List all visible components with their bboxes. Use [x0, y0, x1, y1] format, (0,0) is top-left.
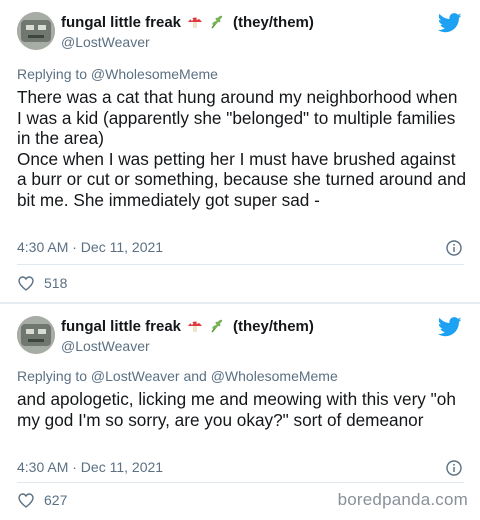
like-button[interactable]: 627 [18, 492, 67, 508]
tweet-text: There was a cat that hung around my neig… [17, 87, 467, 210]
tweet-timestamp[interactable]: 4:30 AM · Dec 11, 2021 [17, 459, 163, 475]
info-icon[interactable] [446, 460, 462, 476]
avatar[interactable] [17, 12, 55, 50]
author-name[interactable]: fungal little freak [61, 14, 181, 31]
replying-to[interactable]: Replying to @WholesomeMeme [17, 66, 218, 82]
herb-emoji-icon [209, 14, 225, 30]
replying-to[interactable]: Replying to @LostWeaver and @WholesomeMe… [17, 368, 338, 384]
divider [17, 482, 464, 483]
divider [17, 264, 464, 265]
author-handle[interactable]: @LostWeaver [61, 338, 150, 354]
author-handle[interactable]: @LostWeaver [61, 34, 150, 50]
like-count: 518 [44, 275, 68, 291]
tweet-1: fungal little freak (they/them) @LostWea… [0, 0, 480, 302]
info-icon[interactable] [446, 240, 462, 256]
tweet-timestamp[interactable]: 4:30 AM · Dec 11, 2021 [17, 239, 163, 255]
like-count: 627 [44, 492, 68, 508]
author-pronouns: (they/them) [233, 13, 314, 31]
heart-icon [18, 492, 34, 508]
tweet-text: and apologetic, licking me and meowing w… [17, 389, 456, 430]
watermark: boredpanda.com [337, 490, 468, 509]
mushroom-emoji-icon [187, 318, 203, 334]
herb-emoji-icon [209, 318, 225, 334]
avatar[interactable] [17, 316, 55, 354]
tweet-2: fungal little freak (they/them) @LostWea… [0, 304, 480, 520]
heart-icon [18, 275, 34, 291]
twitter-bird-icon [438, 13, 462, 33]
like-button[interactable]: 518 [18, 275, 67, 291]
author-name[interactable]: fungal little freak [61, 318, 181, 335]
twitter-bird-icon [438, 317, 462, 337]
mushroom-emoji-icon [187, 14, 203, 30]
author-pronouns: (they/them) [233, 317, 314, 335]
